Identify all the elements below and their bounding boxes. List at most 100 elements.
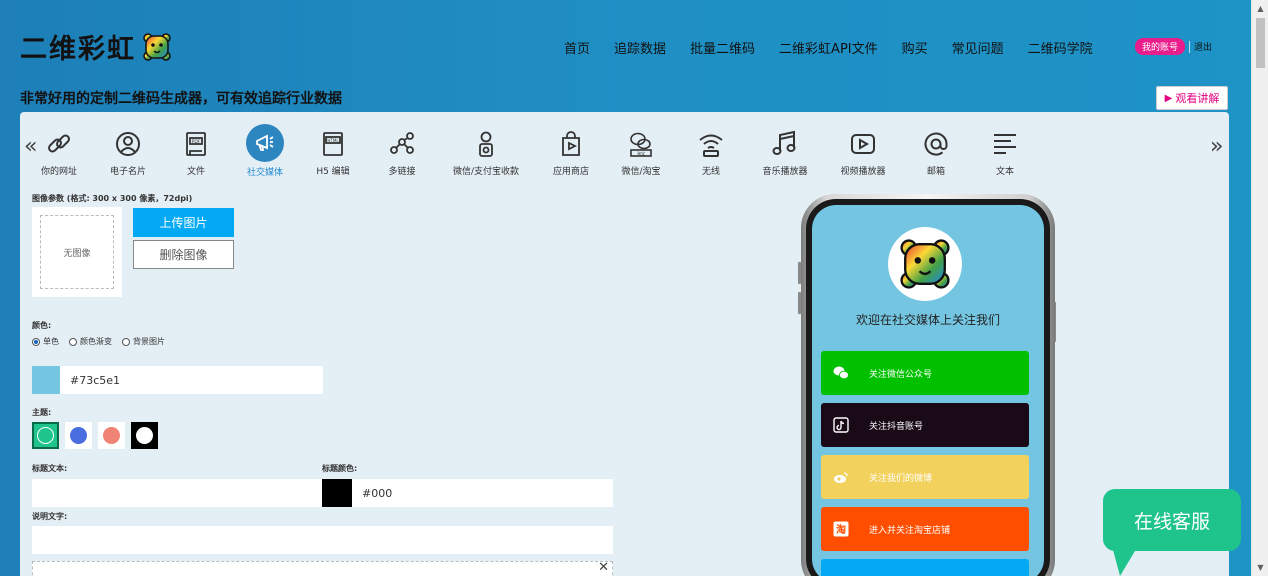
button-label: 关注微信公众号 bbox=[869, 369, 933, 380]
scroll-down-arrow-icon[interactable]: ▼ bbox=[1252, 559, 1268, 576]
my-account-button[interactable]: 我的账号 bbox=[1135, 38, 1186, 55]
svg-text:淘: 淘 bbox=[836, 523, 846, 536]
title-color-input[interactable]: #000 bbox=[322, 479, 613, 507]
theme-salmon[interactable] bbox=[98, 422, 125, 449]
follow-tiktok-button[interactable]: 关注抖音账号 bbox=[821, 403, 1029, 447]
button-label: 关注抖音账号 bbox=[869, 421, 924, 432]
tool-label: 邮箱 bbox=[926, 167, 945, 177]
tool-file[interactable]: PDF 文件 bbox=[161, 130, 231, 177]
tool-url[interactable]: 你的网址 bbox=[24, 130, 94, 177]
nav-faq[interactable]: 常见问题 bbox=[952, 38, 1004, 57]
radio-label: 颜色渐变 bbox=[80, 337, 112, 346]
color-mode-bg-image[interactable]: 背景图片 bbox=[122, 336, 165, 347]
color-label: 颜色: bbox=[32, 321, 52, 330]
at-icon bbox=[924, 132, 948, 156]
pdf-file-icon: PDF bbox=[186, 132, 206, 156]
color-swatch[interactable] bbox=[32, 366, 60, 394]
avatar bbox=[888, 227, 962, 301]
tool-multilink[interactable]: 多链接 bbox=[367, 130, 437, 177]
link-icon bbox=[48, 134, 70, 153]
color-mode-single[interactable]: 单色 bbox=[32, 336, 59, 347]
wechat-taobao-icon: 淘宝 bbox=[630, 132, 652, 157]
tool-email[interactable]: 邮箱 bbox=[901, 130, 971, 177]
title-color-swatch[interactable] bbox=[322, 479, 352, 507]
tools-next-icon[interactable]: » bbox=[1210, 134, 1223, 159]
color-input[interactable]: #73c5e1 bbox=[32, 366, 323, 394]
follow-more-button[interactable] bbox=[821, 559, 1029, 576]
user-card-icon bbox=[116, 132, 140, 156]
music-icon bbox=[772, 130, 796, 155]
nav-api[interactable]: 二维彩虹API文件 bbox=[779, 38, 878, 57]
close-icon[interactable]: ✕ bbox=[598, 560, 609, 575]
watch-tutorial-button[interactable]: ▶ 观看讲解 bbox=[1156, 86, 1228, 110]
title-text-label: 标题文本: bbox=[32, 464, 68, 473]
scroll-up-arrow-icon[interactable]: ▲ bbox=[1252, 0, 1268, 17]
theme-green[interactable] bbox=[32, 422, 59, 449]
online-support-button[interactable]: 在线客服 bbox=[1103, 489, 1241, 551]
title-text-input[interactable] bbox=[32, 479, 322, 507]
megaphone-icon bbox=[256, 134, 274, 151]
tool-video[interactable]: 视频播放器 bbox=[828, 130, 898, 177]
content-editor[interactable]: ✕ bbox=[32, 560, 613, 576]
image-preview-box[interactable]: 无图像 bbox=[32, 207, 122, 297]
title-color-value: #000 bbox=[362, 486, 393, 500]
site-logo[interactable]: 二维彩虹 bbox=[20, 27, 172, 66]
tool-wechat-taobao[interactable]: 淘宝 微信/淘宝 bbox=[606, 130, 676, 177]
button-label: 关注我们的微博 bbox=[869, 473, 933, 484]
follow-taobao-button[interactable]: 淘 进入并关注淘宝店铺 bbox=[821, 507, 1029, 551]
radio bbox=[69, 337, 77, 346]
tool-label: 微信/淘宝 bbox=[621, 167, 661, 177]
tool-label: 你的网址 bbox=[40, 167, 77, 177]
theme-dot bbox=[136, 427, 153, 444]
button-label: 进入并关注淘宝店铺 bbox=[869, 525, 951, 536]
radio-label: 背景图片 bbox=[133, 337, 165, 346]
tool-music[interactable]: 音乐播放器 bbox=[750, 130, 820, 177]
tool-label: 社交媒体 bbox=[246, 168, 283, 178]
active-tool-circle bbox=[246, 124, 284, 162]
editor-panel: « » 你的网址 电子名片 PDF 文件 社交媒体 HTML H5 编辑 多链接… bbox=[20, 112, 1229, 576]
follow-weibo-button[interactable]: 关注我们的微博 bbox=[821, 455, 1029, 499]
tool-label: H5 编辑 bbox=[316, 167, 350, 177]
multi-link-icon bbox=[390, 132, 414, 154]
follow-wechat-button[interactable]: 关注微信公众号 bbox=[821, 351, 1029, 395]
payment-icon bbox=[479, 131, 493, 157]
bear-avatar-icon bbox=[900, 239, 950, 289]
wechat-icon bbox=[833, 366, 863, 380]
nav-buy[interactable]: 购买 bbox=[902, 38, 928, 57]
tool-vcard[interactable]: 电子名片 bbox=[93, 130, 163, 177]
logout-link[interactable]: 退出 bbox=[1194, 40, 1212, 53]
tool-appstore[interactable]: 应用商店 bbox=[536, 130, 606, 177]
tool-social[interactable]: 社交媒体 bbox=[230, 124, 300, 178]
nav-batch[interactable]: 批量二维码 bbox=[690, 38, 755, 57]
color-mode-radio-group: 单色 颜色渐变 背景图片 bbox=[32, 336, 165, 347]
theme-blue[interactable] bbox=[65, 422, 92, 449]
tool-wifi[interactable]: 无线 bbox=[676, 130, 746, 177]
radio-selected bbox=[32, 337, 40, 346]
nav-academy[interactable]: 二维码学院 bbox=[1028, 38, 1093, 57]
nav-tracking[interactable]: 追踪数据 bbox=[614, 38, 666, 57]
image-params-label: 图像参数 (格式: 300 x 300 像素，72dpi) bbox=[32, 194, 193, 203]
app-store-icon bbox=[562, 131, 580, 156]
vertical-scrollbar[interactable]: ▲ ▼ bbox=[1251, 0, 1268, 576]
video-icon bbox=[851, 134, 875, 154]
theme-black[interactable] bbox=[131, 422, 158, 449]
theme-dot bbox=[70, 427, 87, 444]
text-icon bbox=[994, 134, 1016, 154]
delete-image-button[interactable]: 删除图像 bbox=[133, 240, 234, 269]
radio-label: 单色 bbox=[43, 337, 59, 346]
tool-text[interactable]: 文本 bbox=[970, 130, 1040, 177]
weibo-icon bbox=[833, 470, 863, 484]
tool-h5[interactable]: HTML H5 编辑 bbox=[298, 130, 368, 177]
phone-bezel: 欢迎在社交媒体上关注我们 关注微信公众号 关注抖音账号 关注我们的微博 淘 进入… bbox=[806, 199, 1050, 576]
theme-dot bbox=[103, 427, 120, 444]
main-nav: 首页 追踪数据 批量二维码 二维彩虹API文件 购买 常见问题 二维码学院 bbox=[564, 38, 1093, 57]
svg-text:HTML: HTML bbox=[327, 138, 339, 143]
upload-image-button[interactable]: 上传图片 bbox=[133, 208, 234, 237]
tool-payment[interactable]: 微信/支付宝收款 bbox=[450, 130, 522, 177]
color-value: #73c5e1 bbox=[70, 373, 121, 387]
scroll-thumb[interactable] bbox=[1256, 18, 1265, 68]
color-mode-gradient[interactable]: 颜色渐变 bbox=[69, 336, 112, 347]
description-input[interactable] bbox=[32, 526, 613, 554]
tool-label: 无线 bbox=[701, 167, 720, 177]
nav-home[interactable]: 首页 bbox=[564, 38, 590, 57]
